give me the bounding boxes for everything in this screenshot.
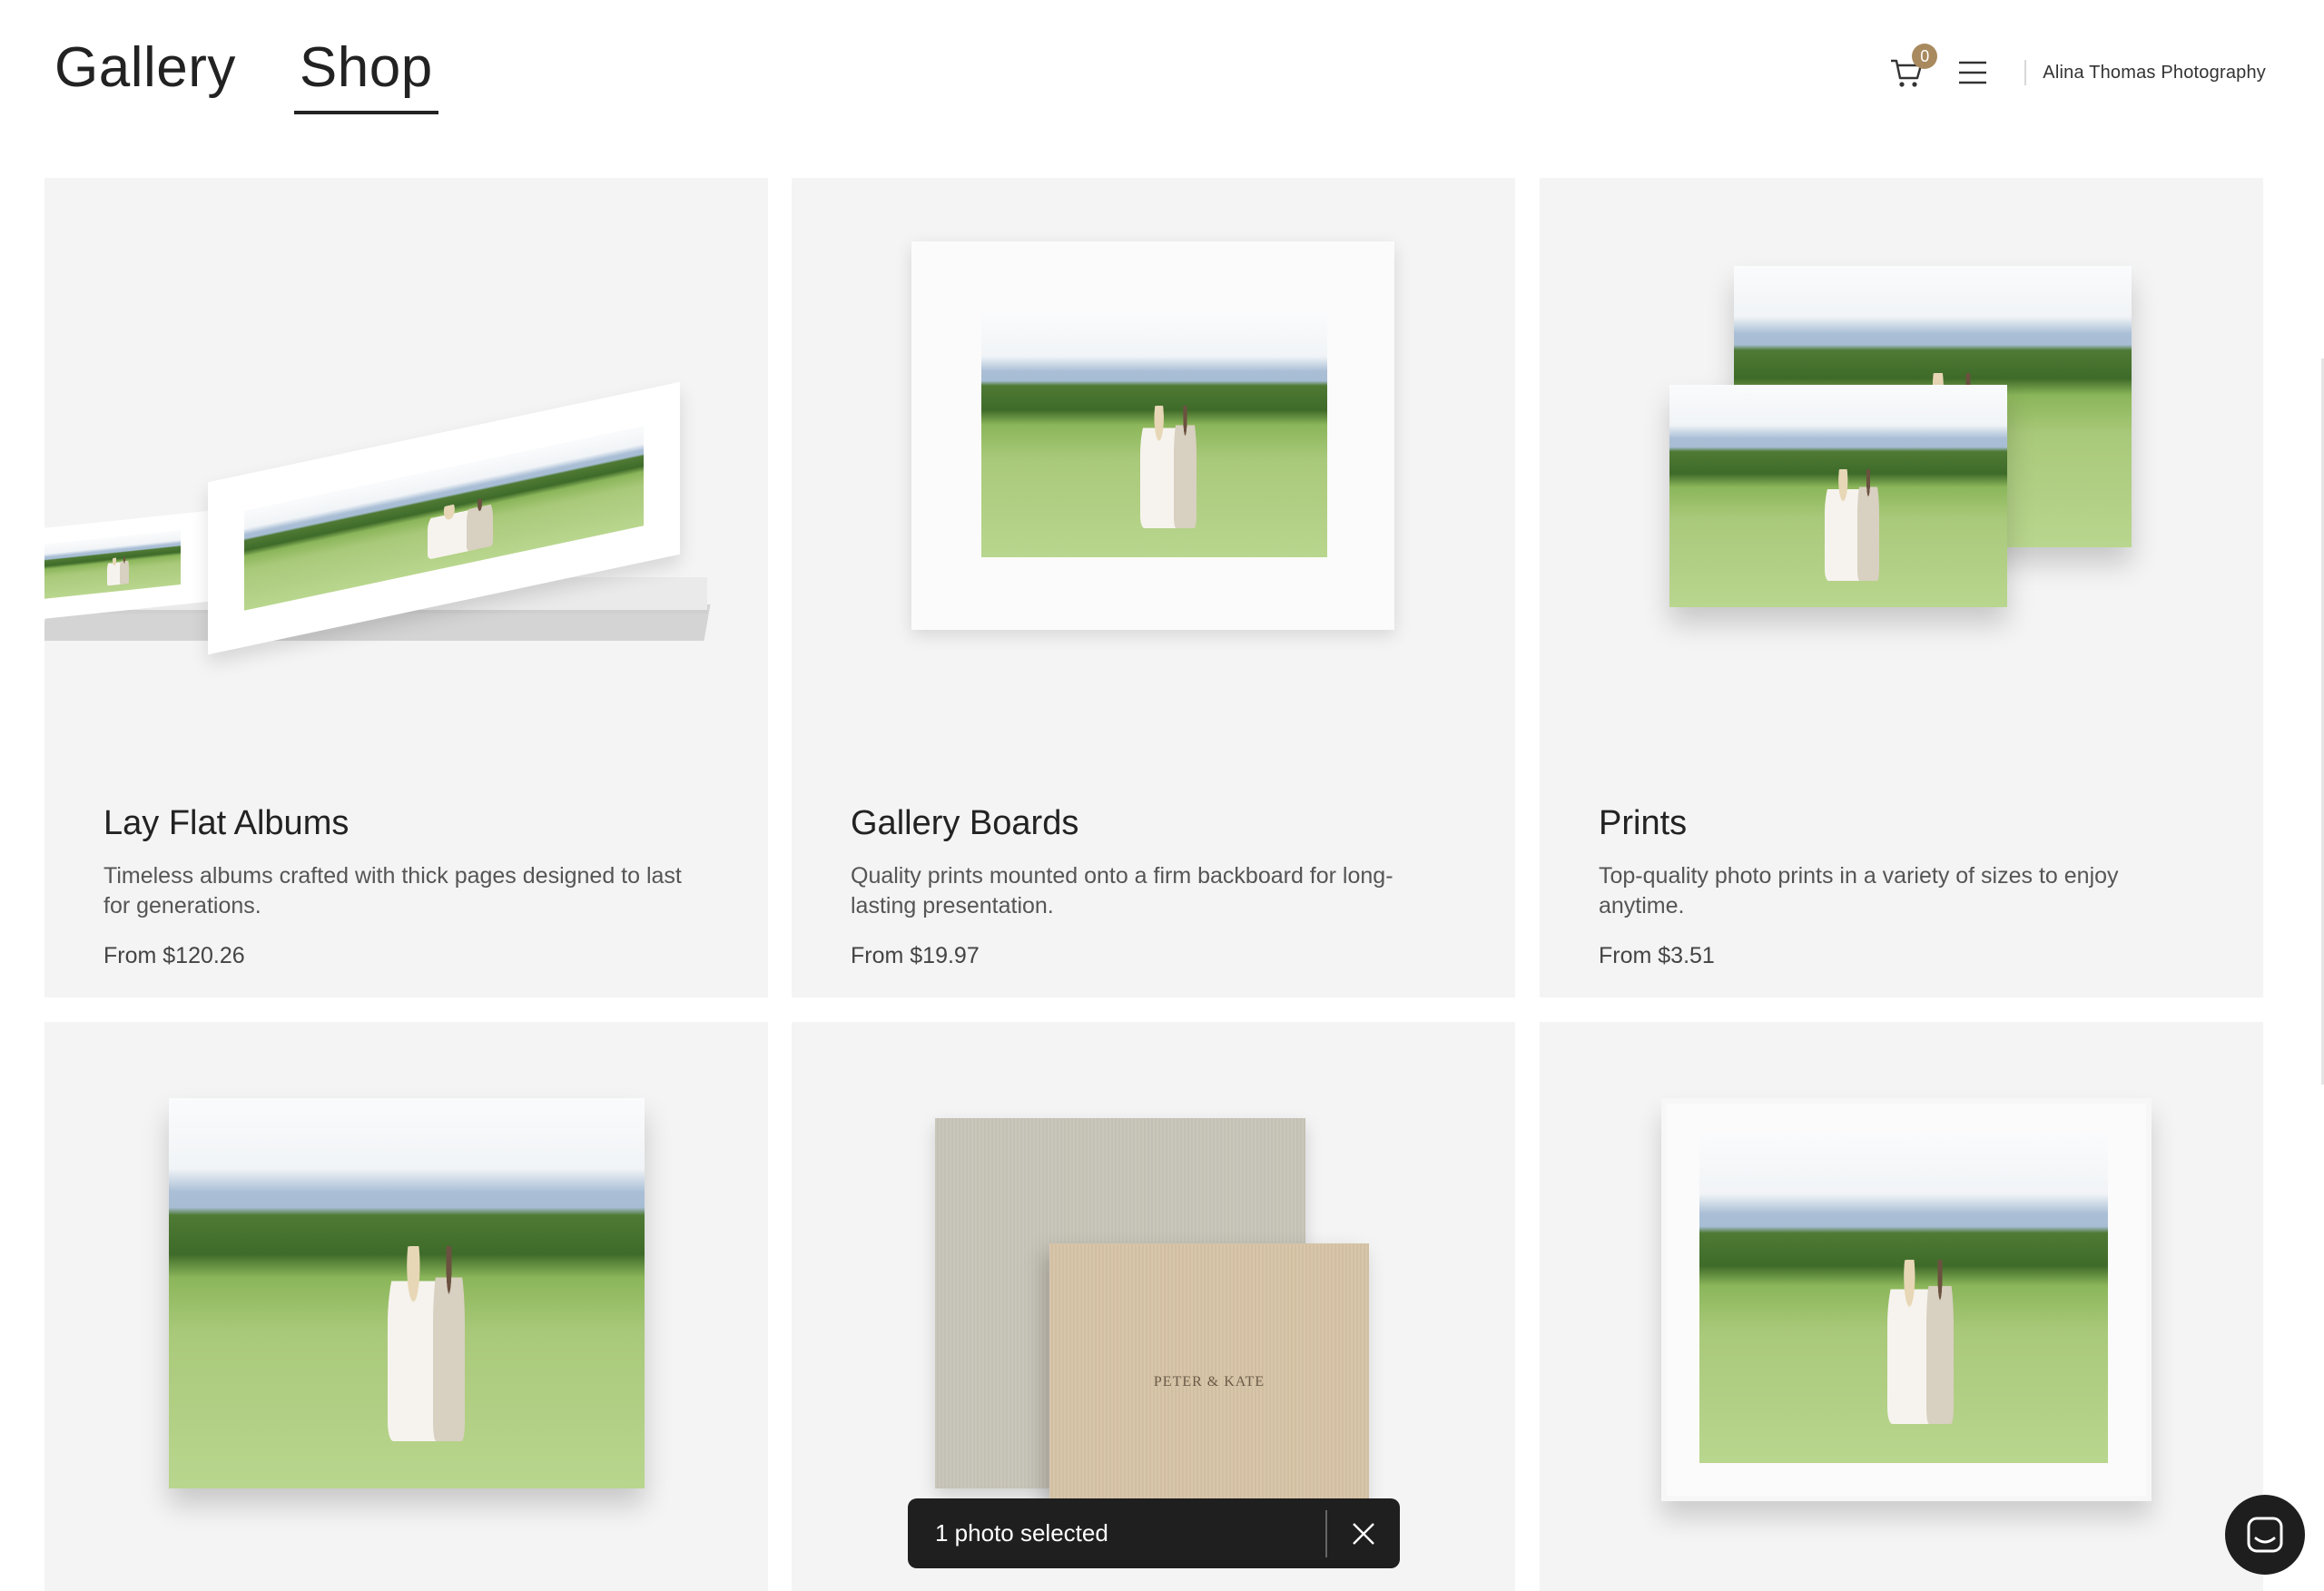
product-price: From $3.51	[1599, 943, 1715, 968]
header-divider	[2024, 60, 2027, 85]
clear-selection-button[interactable]	[1327, 1498, 1400, 1568]
cart-button[interactable]: 0	[1888, 44, 1938, 91]
lay-flat-album-image	[44, 178, 768, 741]
chat-icon	[2247, 1517, 2283, 1553]
product-title: Lay Flat Albums	[103, 804, 350, 842]
product-price: From $120.26	[103, 943, 245, 968]
gallery-board-image	[792, 178, 1515, 741]
selection-count-text: 1 photo selected	[935, 1519, 1108, 1547]
top-nav: Gallery Shop	[49, 34, 438, 115]
header-actions: 0 Alina Thomas Photography	[1888, 44, 2266, 91]
brand-name[interactable]: Alina Thomas Photography	[2043, 63, 2266, 83]
product-title: Prints	[1599, 804, 1688, 842]
product-description: Quality prints mounted onto a firm backb…	[851, 863, 1393, 918]
canvas-image	[44, 1022, 768, 1585]
prints-image	[1540, 178, 2263, 741]
product-title: Gallery Boards	[851, 804, 1079, 842]
chat-launcher-button[interactable]	[2225, 1495, 2305, 1575]
hamburger-menu-icon[interactable]	[1957, 59, 1988, 86]
product-card-prints[interactable]: Prints Top-quality photo prints in a var…	[1540, 178, 2263, 997]
product-card-canvas[interactable]	[44, 1022, 768, 1591]
tab-gallery[interactable]: Gallery	[49, 34, 241, 114]
album-cover-text: PETER & KATE	[1153, 1374, 1265, 1390]
product-card-lay-flat-albums[interactable]: Lay Flat Albums Timeless albums crafted …	[44, 178, 768, 997]
framed-print-image	[1540, 1022, 2263, 1585]
product-card-framed-prints[interactable]	[1540, 1022, 2263, 1591]
product-description: Timeless albums crafted with thick pages…	[103, 863, 682, 918]
product-card-gallery-boards[interactable]: Gallery Boards Quality prints mounted on…	[792, 178, 1515, 997]
close-icon	[1353, 1522, 1374, 1545]
selection-toast: 1 photo selected	[908, 1498, 1400, 1568]
tab-shop[interactable]: Shop	[293, 34, 438, 115]
product-price: From $19.97	[851, 943, 980, 968]
product-description: Top-quality photo prints in a variety of…	[1599, 863, 2119, 918]
cart-count-badge: 0	[1912, 44, 1938, 69]
